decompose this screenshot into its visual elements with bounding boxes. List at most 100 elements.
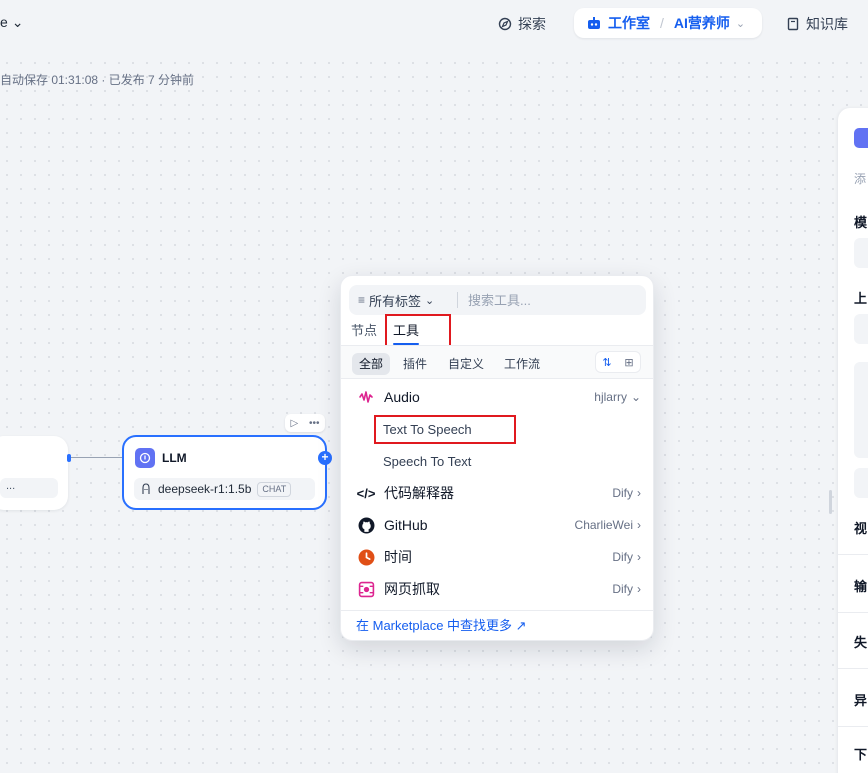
llm-node-title: LLM [162,451,187,465]
tool-name: 代码解释器 [384,485,454,501]
breadcrumb-separator: / [660,15,664,31]
author-label: Dify [612,582,633,596]
author-label: CharlieWei [574,518,633,532]
add-message-field[interactable] [854,468,868,498]
run-icon[interactable]: ▷ [290,418,298,429]
add-node-button[interactable]: + [318,451,332,465]
autosave-status: 自动保存 01:31:08 · 已发布 7 分钟前 [0,73,195,87]
tool-row-github[interactable]: GitHub CharlieWei › [341,510,653,540]
context-field[interactable] [854,314,868,344]
llm-node-icon [854,128,868,148]
tool-name: Audio [384,389,420,405]
chevron-down-icon: ⌄ [11,14,24,30]
category-plugins[interactable]: 插件 [396,353,434,375]
filter-icon: ≡ [358,293,366,307]
block-selector-popover: ≡ 所有标签 ⌄ 节点 工具 全部 插件 自定义 工作流 ⇅ ⊞ Audio h… [340,275,654,641]
node-actions: ▷ ••• [285,414,325,432]
panel-resize-handle[interactable] [829,490,832,514]
chevron-right-icon: › [637,518,641,532]
tab-nodes[interactable]: 节点 [351,320,377,345]
category-all[interactable]: 全部 [352,353,391,375]
explore-label: 探索 [518,16,546,32]
top-bar: e ⌄ 探索 工作室 / AI营养师 ⌄ 知识库 [0,0,868,50]
highlight-box-text-to-speech [374,415,516,444]
more-icon[interactable]: ••• [309,418,320,429]
output-port[interactable] [67,454,71,462]
tool-name: GitHub [384,517,428,533]
node-config-panel: 添 模 上 视 输 失 异 下 [838,108,868,773]
tool-author: Dify › [612,486,641,500]
category-bar: 全部 插件 自定义 工作流 ⇅ ⊞ [341,345,653,379]
llm-node[interactable]: LLM deepseek-r1:1.5b CHAT [122,435,327,510]
github-icon [357,516,375,534]
model-mode-badge: CHAT [257,481,292,497]
chevron-down-icon: ⌄ [630,390,641,404]
previous-node-field: ... [0,478,58,498]
llm-node-icon [135,448,155,468]
tool-author: CharlieWei › [575,518,641,532]
author-label: Dify [612,550,633,564]
tool-search-input[interactable] [458,292,628,308]
category-custom[interactable]: 自定义 [441,353,491,375]
tag-filter[interactable]: ≡ 所有标签 ⌄ [349,291,457,310]
audio-icon [357,388,375,406]
sort-icon[interactable]: ⇅ [602,356,611,369]
tool-row-code-interpreter[interactable]: </> 代码解释器 Dify › [341,478,653,508]
model-field[interactable] [854,238,868,268]
studio-breadcrumb[interactable]: 工作室 / AI营养师 ⌄ [574,8,762,38]
knowledge-label: 知识库 [806,16,848,32]
divider [838,726,868,727]
chevron-down-icon: ⌄ [425,294,435,307]
chevron-right-icon: › [637,550,641,564]
chevron-right-icon: › [637,486,641,500]
marketplace-link[interactable]: 在 Marketplace 中查找更多 ↗ [341,610,653,642]
tool-name: 时间 [384,549,412,565]
view-toggle: ⇅ ⊞ [595,351,641,373]
previous-node[interactable]: ... [0,436,68,510]
divider [838,554,868,555]
search-bar: ≡ 所有标签 ⌄ [349,285,646,315]
app-switcher[interactable]: e ⌄ [0,14,23,31]
panel-label-context: 上 [854,291,868,306]
subtool-speech-to-text[interactable]: Speech To Text [383,448,471,476]
tool-author: hjlarry ⌄ [594,390,641,404]
tool-name: 网页抓取 [384,581,440,597]
knowledge-link[interactable]: 知识库 [786,14,848,34]
panel-description: 添 [854,172,867,186]
prompt-field[interactable] [854,362,868,458]
clock-icon [357,548,375,566]
model-provider-icon [142,483,150,494]
tool-author: Dify › [612,550,641,564]
compass-icon [498,17,512,31]
panel-label-exception: 异 [854,693,868,708]
explore-link[interactable]: 探索 [498,14,546,34]
app-name[interactable]: AI营养师 [674,13,730,33]
panel-label-output: 输 [854,579,868,594]
panel-label-retry: 失 [854,635,868,650]
panel-label-next: 下 [854,747,868,762]
code-icon: </> [356,485,376,501]
studio-label[interactable]: 工作室 [608,13,650,33]
tool-row-audio[interactable]: Audio hjlarry ⌄ [341,382,653,412]
node-edge [68,457,124,458]
panel-label-vision: 视 [854,521,868,536]
panel-label-model: 模 [854,215,868,230]
chevron-right-icon: › [637,582,641,596]
webscraper-icon [357,580,375,598]
author-label: hjlarry [594,390,627,404]
divider [838,612,868,613]
divider [838,668,868,669]
llm-model-selector[interactable]: deepseek-r1:1.5b CHAT [134,478,315,500]
tool-row-time[interactable]: 时间 Dify › [341,542,653,572]
category-workflow[interactable]: 工作流 [497,353,547,375]
book-icon [787,17,799,31]
author-label: Dify [612,486,633,500]
tree-view-icon[interactable]: ⊞ [624,356,633,369]
tag-filter-label: 所有标签 [369,293,422,309]
model-name: deepseek-r1:1.5b [158,482,252,496]
tool-row-web-scraper[interactable]: 网页抓取 Dify › [341,574,653,604]
robot-icon [588,17,600,29]
app-switcher-label: e [0,14,8,30]
chevron-down-icon: ⌄ [735,17,746,30]
tool-author: Dify › [612,582,641,596]
